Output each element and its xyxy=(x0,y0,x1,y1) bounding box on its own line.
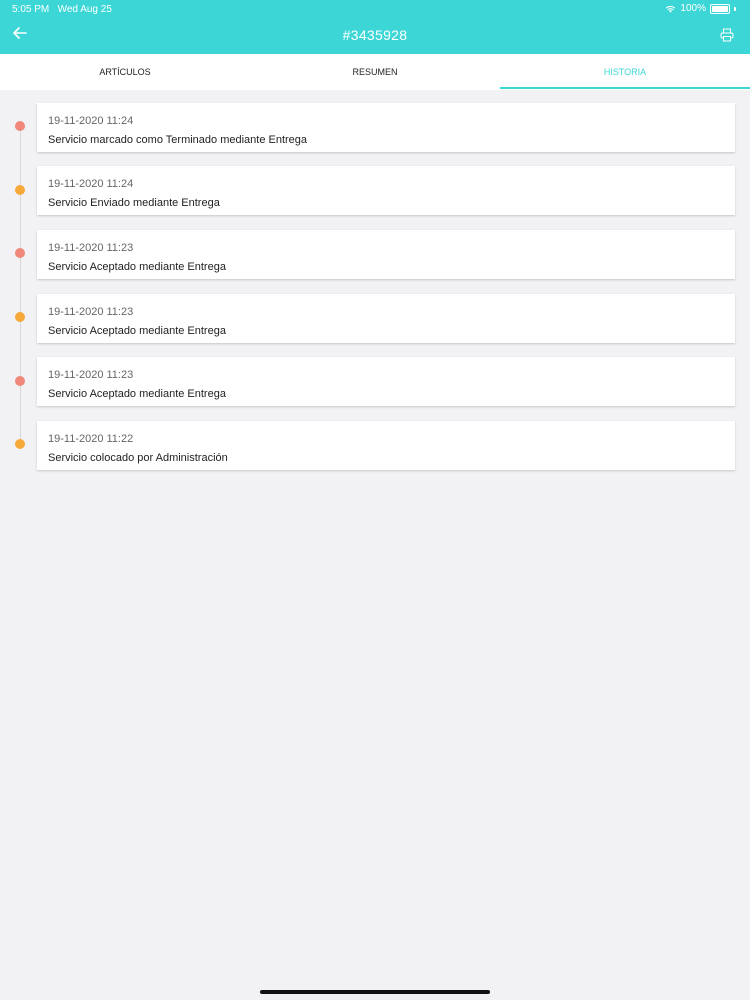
top-bar: 5:05 PM Wed Aug 25 100% #3435928 xyxy=(0,0,750,54)
home-indicator[interactable] xyxy=(260,990,490,994)
battery-tip xyxy=(734,6,736,11)
history-item[interactable]: 19-11-2020 11:23 Servicio Aceptado media… xyxy=(37,357,735,406)
history-timestamp: 19-11-2020 11:23 xyxy=(48,242,134,254)
history-message: Servicio marcado como Terminado mediante… xyxy=(48,134,308,146)
nav-bar: #3435928 xyxy=(0,18,750,54)
history-message: Servicio Aceptado mediante Entrega xyxy=(48,388,226,400)
timeline-dot xyxy=(15,312,25,322)
status-clock: 5:05 PM xyxy=(12,4,50,15)
history-message: Servicio Enviado mediante Entrega xyxy=(48,197,220,209)
status-date: Wed Aug 25 xyxy=(57,4,112,15)
history-message: Servicio colocado por Administración xyxy=(48,452,228,464)
tab-historia[interactable]: HISTORIA xyxy=(500,54,750,90)
tab-articulos[interactable]: ARTÍCULOS xyxy=(0,54,250,90)
tab-resumen[interactable]: RESUMEN xyxy=(250,54,500,90)
history-item[interactable]: 19-11-2020 11:22 Servicio colocado por A… xyxy=(37,421,735,470)
history-item[interactable]: 19-11-2020 11:24 Servicio Enviado median… xyxy=(37,166,735,215)
timeline-dot xyxy=(15,248,25,258)
status-bar: 5:05 PM Wed Aug 25 100% xyxy=(0,0,750,18)
wifi-icon xyxy=(666,5,676,13)
history-message: Servicio Aceptado mediante Entrega xyxy=(48,325,226,337)
printer-icon xyxy=(720,28,734,42)
history-item[interactable]: 19-11-2020 11:23 Servicio Aceptado media… xyxy=(37,294,735,343)
history-item[interactable]: 19-11-2020 11:23 Servicio Aceptado media… xyxy=(37,230,735,279)
page-title: #3435928 xyxy=(342,27,408,43)
history-timestamp: 19-11-2020 11:22 xyxy=(48,433,134,445)
history-timestamp: 19-11-2020 11:24 xyxy=(48,115,134,127)
timeline-dot xyxy=(15,121,25,131)
history-timestamp: 19-11-2020 11:23 xyxy=(48,306,134,318)
timeline-dot xyxy=(15,439,25,449)
timeline-line xyxy=(20,128,21,444)
status-right: 100% xyxy=(665,3,736,14)
status-time: 5:05 PM Wed Aug 25 xyxy=(12,4,112,15)
timeline-dot xyxy=(15,376,25,386)
battery-icon xyxy=(710,3,730,14)
battery-percent: 100% xyxy=(680,3,706,14)
history-message: Servicio Aceptado mediante Entrega xyxy=(48,261,226,273)
history-timestamp: 19-11-2020 11:24 xyxy=(48,178,134,190)
timeline-dot xyxy=(15,185,25,195)
active-tab-indicator xyxy=(500,87,750,89)
tab-bar: ARTÍCULOS RESUMEN HISTORIA xyxy=(0,54,750,90)
history-item[interactable]: 19-11-2020 11:24 Servicio marcado como T… xyxy=(37,103,735,152)
history-timestamp: 19-11-2020 11:23 xyxy=(48,369,134,381)
print-button[interactable] xyxy=(720,28,736,44)
